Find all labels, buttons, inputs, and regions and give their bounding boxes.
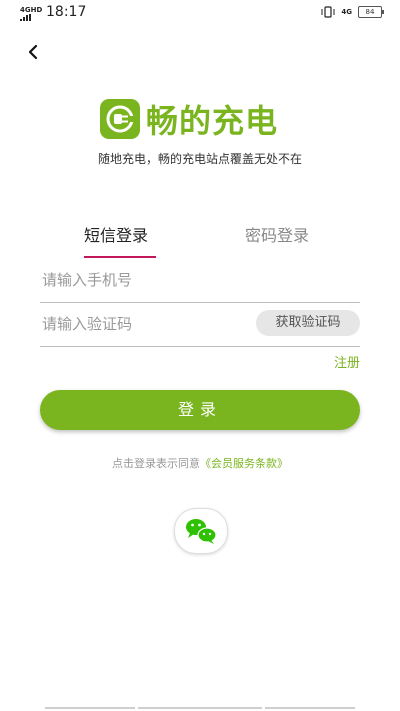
- battery-level: 84: [365, 8, 375, 16]
- nav-hint-left: [45, 707, 135, 709]
- chevron-left-icon: [28, 44, 38, 60]
- phone-input[interactable]: [40, 264, 244, 296]
- status-right: 4G 84: [321, 6, 384, 18]
- wechat-login-button[interactable]: [174, 508, 228, 554]
- register-link[interactable]: 注册: [334, 352, 360, 371]
- signal-icon: [20, 14, 31, 21]
- agreement-prefix: 点击登录表示同意: [112, 457, 200, 470]
- login-tabs: 短信登录 密码登录: [40, 222, 360, 262]
- vibrate-icon: [321, 6, 335, 18]
- wechat-icon: [186, 519, 217, 544]
- slogan: 随地充电，畅的充电站点覆盖无处不在: [97, 152, 302, 166]
- back-button[interactable]: [22, 40, 46, 64]
- code-field: 获取验证码: [40, 302, 360, 347]
- plug-icon: [100, 99, 140, 139]
- terms-link[interactable]: 《会员服务条款》: [200, 457, 288, 470]
- app-logo: 畅的充电: [100, 96, 278, 142]
- network-label: 4GHD: [20, 6, 43, 14]
- tab-sms-login[interactable]: 短信登录: [84, 222, 148, 246]
- agreement-text: 点击登录表示同意《会员服务条款》: [0, 455, 400, 471]
- nav-hint-right: [265, 707, 355, 709]
- phone-field: [40, 258, 360, 303]
- code-input[interactable]: [40, 308, 244, 340]
- network-indicator: 4GHD: [20, 6, 42, 23]
- get-code-button[interactable]: 获取验证码: [256, 310, 360, 336]
- tab-password-login[interactable]: 密码登录: [245, 222, 309, 246]
- login-button[interactable]: 登录: [40, 390, 360, 430]
- nav-hint-center: [138, 707, 262, 709]
- app-name: 畅的充电: [146, 102, 279, 140]
- battery-icon: 84: [358, 6, 384, 18]
- status-bar: 4GHD 18:17 4G 84: [0, 0, 400, 28]
- clock: 18:17: [46, 4, 87, 20]
- network-type: 4G: [341, 8, 352, 16]
